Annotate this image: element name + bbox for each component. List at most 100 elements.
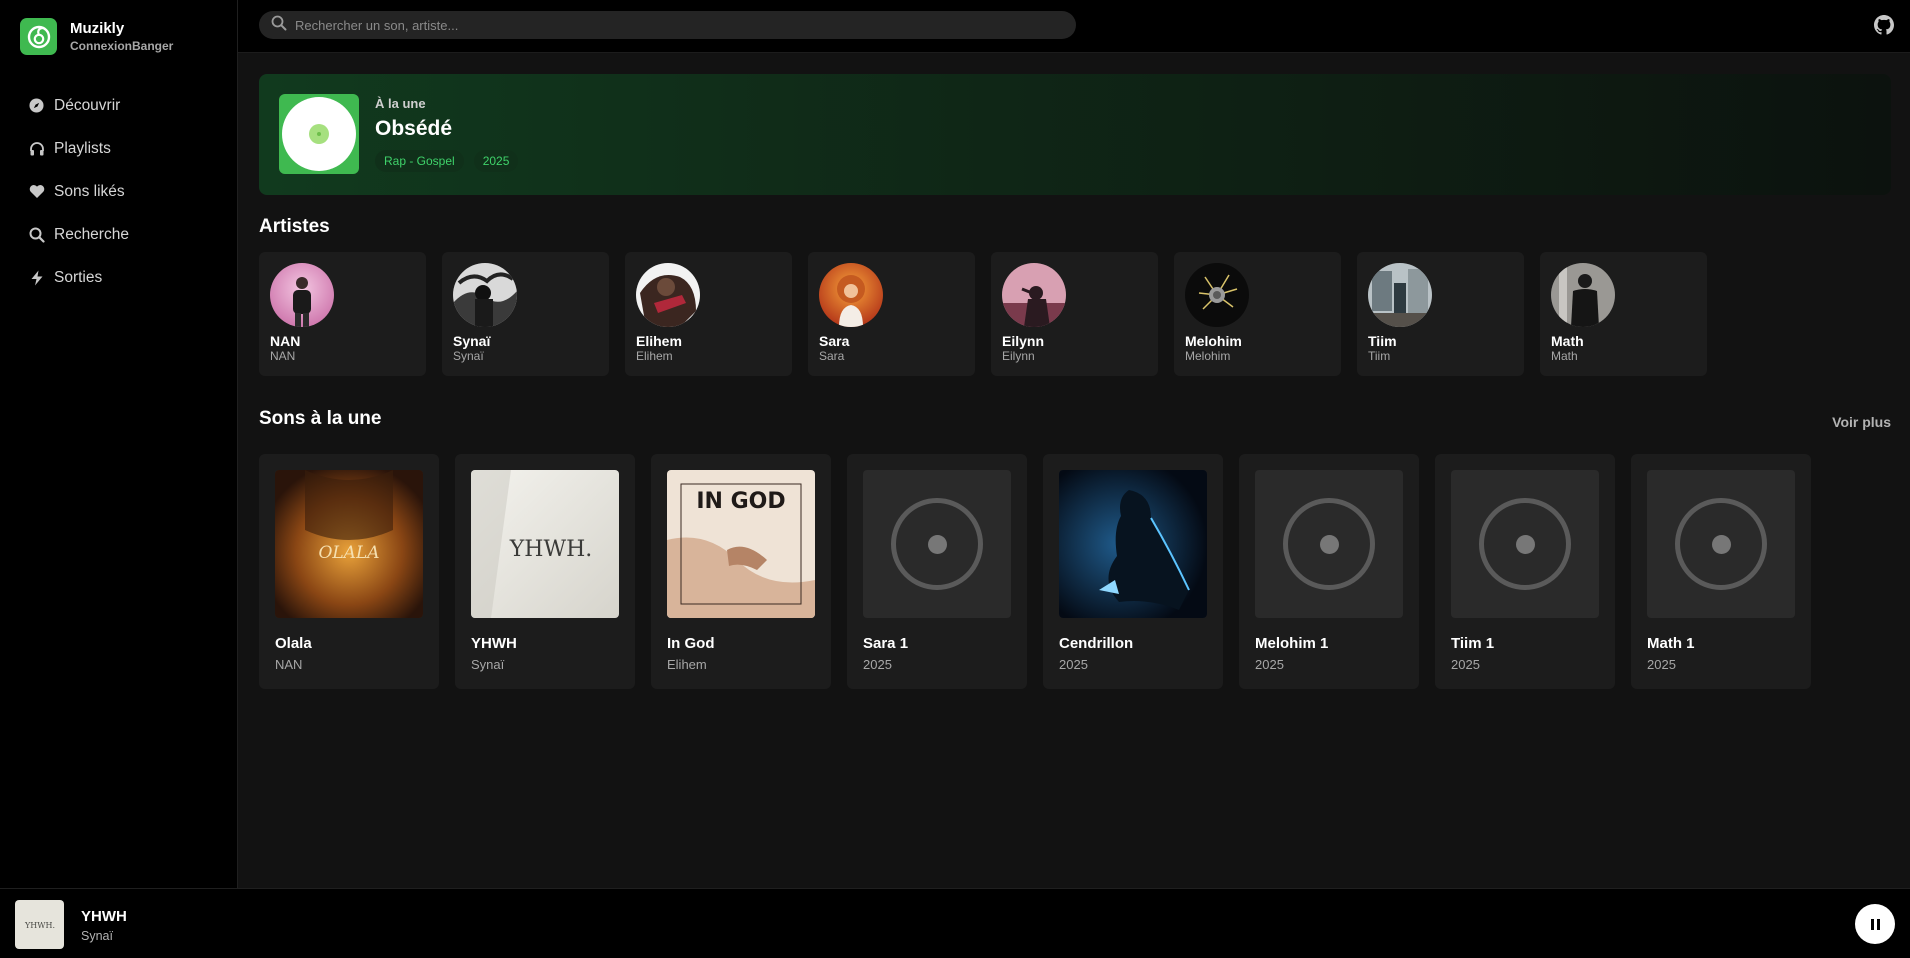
topbar xyxy=(238,0,1910,53)
track-title: Sara 1 xyxy=(863,635,909,652)
sidebar-item-sons-likes[interactable]: Sons likés xyxy=(0,170,237,213)
track-card[interactable]: Math 1 2025 xyxy=(1631,454,1811,689)
artist-subtitle: Tiim xyxy=(1368,349,1391,363)
track-card[interactable]: Tiim 1 2025 xyxy=(1435,454,1615,689)
featured-tags: Rap - Gospel 2025 xyxy=(375,150,528,172)
track-subtitle: 2025 xyxy=(1451,657,1480,672)
track-title: Olala xyxy=(275,635,312,652)
artist-name: Synaï xyxy=(453,333,491,349)
artist-card[interactable]: Melohim Melohim xyxy=(1174,252,1341,376)
artist-card[interactable]: Elihem Elihem xyxy=(625,252,792,376)
track-cover xyxy=(1647,470,1795,618)
brand[interactable]: Muzikly ConnexionBanger xyxy=(20,18,173,55)
avatar xyxy=(453,263,517,327)
track-cover: IN GOD xyxy=(667,470,815,618)
tracks-row: OLALA Olala NAN YHWH. YHWH Synaï IN GOD … xyxy=(259,454,1827,689)
artist-name: Elihem xyxy=(636,333,682,349)
artist-card[interactable]: Eilynn Eilynn xyxy=(991,252,1158,376)
sidebar-item-label: Sorties xyxy=(54,268,103,286)
now-playing-title[interactable]: YHWH xyxy=(81,908,127,925)
vinyl-disc-icon xyxy=(1479,498,1571,590)
sidebar-item-playlists[interactable]: Playlists xyxy=(0,127,237,170)
artist-subtitle: Sara xyxy=(819,349,845,363)
track-card[interactable]: OLALA Olala NAN xyxy=(259,454,439,689)
track-cover xyxy=(1451,470,1599,618)
sidebar: Muzikly ConnexionBanger Découvrir Playli… xyxy=(0,0,238,888)
avatar xyxy=(1185,263,1249,327)
track-cover xyxy=(1255,470,1403,618)
headphones-icon xyxy=(28,140,45,157)
player-bar: YHWH. YHWH Synaï xyxy=(0,888,1910,958)
pause-icon xyxy=(1869,918,1881,930)
github-icon[interactable] xyxy=(1874,15,1894,35)
search-icon xyxy=(271,15,287,36)
compass-icon xyxy=(28,97,45,114)
artist-name: Math xyxy=(1551,333,1584,349)
sidebar-item-label: Playlists xyxy=(54,139,111,157)
brand-text: Muzikly ConnexionBanger xyxy=(70,20,173,54)
sidebar-item-sorties[interactable]: Sorties xyxy=(0,256,237,299)
artist-card[interactable]: Math Math xyxy=(1540,252,1707,376)
sidebar-item-label: Sons likés xyxy=(54,182,125,200)
avatar xyxy=(1551,263,1615,327)
artist-card[interactable]: Synaï Synaï xyxy=(442,252,609,376)
svg-text:IN GOD: IN GOD xyxy=(696,489,785,514)
track-subtitle: 2025 xyxy=(1255,657,1284,672)
artists-section-title: Artistes xyxy=(259,216,330,237)
featured-cover xyxy=(279,94,359,174)
track-subtitle: NAN xyxy=(275,657,303,672)
pause-button[interactable] xyxy=(1855,904,1895,944)
featured-info: À la une Obsédé Rap - Gospel 2025 xyxy=(375,96,528,172)
now-playing-artist[interactable]: Synaï xyxy=(81,929,113,943)
artist-name: NAN xyxy=(270,333,301,349)
brand-name: Muzikly xyxy=(70,19,125,37)
artist-subtitle: Eilynn xyxy=(1002,349,1035,363)
avatar xyxy=(270,263,334,327)
track-cover xyxy=(1059,470,1207,618)
artist-subtitle: Math xyxy=(1551,349,1578,363)
svg-text:YHWH.: YHWH. xyxy=(24,921,55,930)
artist-card[interactable]: Tiim Tiim xyxy=(1357,252,1524,376)
avatar xyxy=(819,263,883,327)
sidebar-nav: Découvrir Playlists Sons likés Recherche xyxy=(0,84,237,299)
svg-text:YHWH.: YHWH. xyxy=(509,537,593,562)
track-card[interactable]: Cendrillon 2025 xyxy=(1043,454,1223,689)
search-bar[interactable] xyxy=(259,11,1076,39)
track-card[interactable]: Melohim 1 2025 xyxy=(1239,454,1419,689)
featured-banner[interactable]: À la une Obsédé Rap - Gospel 2025 xyxy=(259,74,1891,195)
heart-icon xyxy=(28,183,45,200)
svg-text:OLALA: OLALA xyxy=(318,543,379,563)
artist-card[interactable]: Sara Sara xyxy=(808,252,975,376)
artist-subtitle: Melohim xyxy=(1185,349,1231,363)
track-subtitle: 2025 xyxy=(863,657,892,672)
year-tag: 2025 xyxy=(473,150,519,172)
see-more-link[interactable]: Voir plus xyxy=(1832,414,1891,430)
search-input[interactable] xyxy=(295,17,1055,33)
track-title: Cendrillon xyxy=(1059,635,1134,652)
search-icon xyxy=(28,226,45,243)
main-content: À la une Obsédé Rap - Gospel 2025 Artist… xyxy=(238,54,1910,888)
track-title: Melohim 1 xyxy=(1255,635,1329,652)
artist-subtitle: Synaï xyxy=(453,349,484,363)
avatar xyxy=(1002,263,1066,327)
artist-subtitle: NAN xyxy=(270,349,296,363)
now-playing-cover[interactable]: YHWH. xyxy=(15,900,64,949)
artist-name: Sara xyxy=(819,333,850,349)
track-card[interactable]: Sara 1 2025 xyxy=(847,454,1027,689)
track-title: In God xyxy=(667,635,715,652)
sidebar-item-decouvrir[interactable]: Découvrir xyxy=(0,84,237,127)
track-title: Math 1 xyxy=(1647,635,1695,652)
track-card[interactable]: IN GOD In God Elihem xyxy=(651,454,831,689)
tracks-section-title: Sons à la une xyxy=(259,408,382,429)
track-subtitle: 2025 xyxy=(1059,657,1088,672)
vinyl-disc-icon xyxy=(282,97,356,171)
featured-title: Obsédé xyxy=(375,117,453,140)
brand-username: ConnexionBanger xyxy=(70,38,174,53)
track-subtitle: Elihem xyxy=(667,657,707,672)
track-subtitle: Synaï xyxy=(471,657,505,672)
track-card[interactable]: YHWH. YHWH Synaï xyxy=(455,454,635,689)
artist-card[interactable]: NAN NAN xyxy=(259,252,426,376)
avatar xyxy=(1368,263,1432,327)
sidebar-item-recherche[interactable]: Recherche xyxy=(0,213,237,256)
vinyl-disc-icon xyxy=(1283,498,1375,590)
